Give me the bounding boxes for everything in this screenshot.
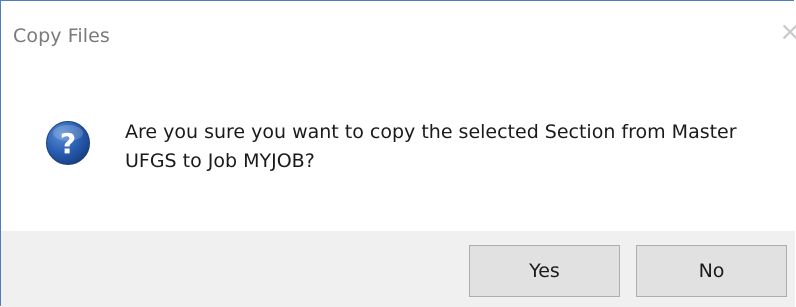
confirmation-message: Are you sure you want to copy the select… [125, 121, 737, 172]
dialog-content: ? Are you sure you want to copy the sele… [1, 69, 795, 231]
svg-text:?: ? [60, 127, 76, 160]
yes-button[interactable]: Yes [469, 245, 620, 297]
window-title: Copy Files [13, 25, 110, 47]
question-icon: ? [46, 121, 90, 165]
close-icon[interactable]: × [779, 19, 796, 45]
button-bar: Yes No [1, 231, 795, 307]
no-button[interactable]: No [636, 245, 787, 297]
title-bar[interactable]: Copy Files × [1, 1, 796, 69]
copy-files-dialog: Copy Files × ? Are you sure you want to … [0, 0, 796, 307]
